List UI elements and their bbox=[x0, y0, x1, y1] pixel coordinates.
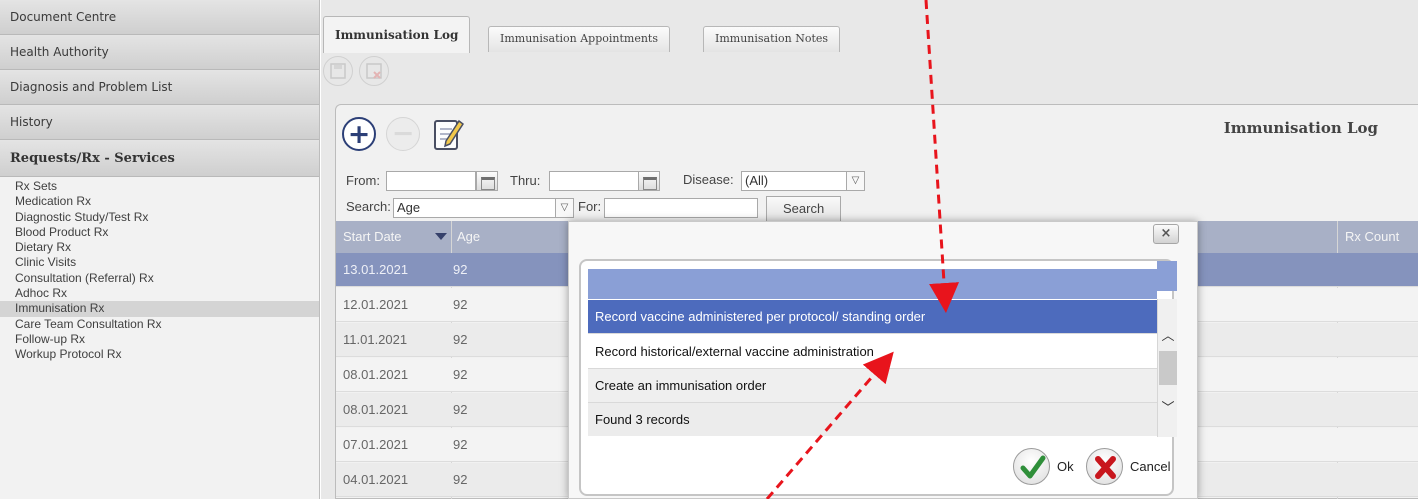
column-start-date[interactable]: Start Date bbox=[343, 221, 402, 253]
row-age: 92 bbox=[453, 332, 468, 347]
edit-notepad-icon[interactable] bbox=[432, 115, 465, 153]
row-age: 92 bbox=[453, 472, 468, 487]
sidebar-item-blood-product-rx[interactable]: Blood Product Rx bbox=[0, 225, 319, 240]
row-age: 92 bbox=[453, 262, 468, 277]
row-age: 92 bbox=[453, 297, 468, 312]
panel-title: Immunisation Log bbox=[1223, 119, 1378, 137]
sidebar-section-document-centre[interactable]: Document Centre bbox=[0, 0, 319, 35]
column-age[interactable]: Age bbox=[457, 221, 480, 253]
minus-icon[interactable]: − bbox=[386, 117, 420, 151]
option-list-header bbox=[588, 269, 1157, 299]
tab-immunisation-notes[interactable]: Immunisation Notes bbox=[703, 26, 841, 52]
search-field-select[interactable]: Age ▽ bbox=[393, 198, 574, 218]
sidebar-item-clinic-visits[interactable]: Clinic Visits bbox=[0, 255, 319, 270]
disease-label: Disease: bbox=[683, 172, 734, 187]
cancel-label: Cancel bbox=[1130, 459, 1171, 474]
from-calendar-icon[interactable] bbox=[476, 171, 498, 191]
for-label: For: bbox=[578, 199, 602, 214]
sidebar-item-care-team-rx[interactable]: Care Team Consultation Rx bbox=[0, 317, 319, 332]
chevron-down-icon[interactable]: ﹀ bbox=[1158, 399, 1178, 419]
chevron-down-icon[interactable]: ▽ bbox=[555, 199, 573, 217]
save-close-icon[interactable] bbox=[359, 56, 389, 86]
chevron-up-icon[interactable]: ︿ bbox=[1158, 327, 1178, 347]
thru-label: Thru: bbox=[510, 173, 541, 188]
navigation-sidebar: Document Centre Health Authority Diagnos… bbox=[0, 0, 320, 499]
row-age: 92 bbox=[453, 367, 468, 382]
search-button[interactable]: Search bbox=[766, 196, 842, 222]
sort-descending-icon[interactable] bbox=[435, 233, 447, 240]
sidebar-item-workup-protocol-rx[interactable]: Workup Protocol Rx bbox=[0, 347, 319, 362]
scrollbar-thumb[interactable] bbox=[1159, 351, 1177, 385]
row-start-date: 04.01.2021 bbox=[343, 472, 409, 487]
row-start-date: 12.01.2021 bbox=[343, 297, 409, 312]
sidebar-section-health-authority[interactable]: Health Authority bbox=[0, 35, 319, 70]
option-scrollbar[interactable]: ︿ ﹀ bbox=[1157, 299, 1177, 437]
row-age: 92 bbox=[453, 402, 468, 417]
disease-select[interactable]: (All) ▽ bbox=[741, 171, 865, 191]
sidebar-rx-list: Rx Sets Medication Rx Diagnostic Study/T… bbox=[0, 177, 319, 363]
row-start-date: 08.01.2021 bbox=[343, 402, 409, 417]
row-start-date: 11.01.2021 bbox=[343, 332, 408, 347]
option-create-order[interactable]: Create an immunisation order bbox=[588, 369, 1157, 403]
cancel-button[interactable]: Cancel bbox=[1086, 448, 1178, 486]
sidebar-item-rx-sets[interactable]: Rx Sets bbox=[0, 179, 319, 194]
sidebar-group-requests[interactable]: Requests/Rx - Services bbox=[0, 140, 319, 177]
sidebar-item-follow-up-rx[interactable]: Follow-up Rx bbox=[0, 332, 319, 347]
sidebar-item-medication-rx[interactable]: Medication Rx bbox=[0, 194, 319, 209]
thru-calendar-icon[interactable] bbox=[638, 171, 660, 191]
from-label: From: bbox=[346, 173, 380, 188]
row-age: 92 bbox=[453, 437, 468, 452]
record-count: Found 3 records bbox=[588, 403, 1157, 436]
sidebar-section-diagnosis[interactable]: Diagnosis and Problem List bbox=[0, 70, 319, 105]
search-text-input[interactable] bbox=[604, 198, 758, 218]
save-icon[interactable] bbox=[323, 56, 353, 86]
search-label: Search: bbox=[346, 199, 391, 214]
thru-date-input[interactable] bbox=[549, 171, 639, 191]
new-immunisation-dialog: × Record vaccine administered per protoc… bbox=[568, 221, 1198, 499]
chevron-down-icon[interactable]: ▽ bbox=[846, 172, 864, 190]
disease-value: (All) bbox=[745, 173, 769, 188]
option-list-header-cap bbox=[1157, 261, 1177, 291]
tab-immunisation-log[interactable]: Immunisation Log bbox=[323, 16, 471, 53]
plus-icon[interactable]: + bbox=[342, 117, 376, 151]
row-start-date: 08.01.2021 bbox=[343, 367, 409, 382]
option-record-historical[interactable]: Record historical/external vaccine admin… bbox=[588, 335, 1157, 369]
search-field-value: Age bbox=[397, 200, 421, 215]
cancel-x-icon bbox=[1086, 448, 1123, 485]
option-list: Record vaccine administered per protocol… bbox=[579, 259, 1177, 496]
tab-bar: Immunisation Log Immunisation Appointmen… bbox=[321, 8, 1418, 53]
close-icon[interactable]: × bbox=[1153, 224, 1179, 244]
sidebar-item-dietary-rx[interactable]: Dietary Rx bbox=[0, 240, 319, 255]
column-rx-count[interactable]: Rx Count bbox=[1345, 221, 1399, 253]
sidebar-item-immunisation-rx[interactable]: Immunisation Rx bbox=[0, 301, 319, 317]
sidebar-item-consultation-rx[interactable]: Consultation (Referral) Rx bbox=[0, 271, 319, 286]
checkmark-icon bbox=[1013, 448, 1050, 485]
row-start-date: 07.01.2021 bbox=[343, 437, 409, 452]
tab-immunisation-appointments[interactable]: Immunisation Appointments bbox=[488, 26, 671, 52]
ok-label: Ok bbox=[1057, 459, 1074, 474]
sidebar-section-history[interactable]: History bbox=[0, 105, 319, 140]
sidebar-item-adhoc-rx[interactable]: Adhoc Rx bbox=[0, 286, 319, 301]
from-date-input[interactable] bbox=[386, 171, 476, 191]
sidebar-item-diagnostic-study-rx[interactable]: Diagnostic Study/Test Rx bbox=[0, 210, 319, 225]
ok-button[interactable]: Ok bbox=[1013, 448, 1085, 486]
option-record-protocol[interactable]: Record vaccine administered per protocol… bbox=[588, 300, 1157, 334]
row-start-date: 13.01.2021 bbox=[343, 262, 409, 277]
